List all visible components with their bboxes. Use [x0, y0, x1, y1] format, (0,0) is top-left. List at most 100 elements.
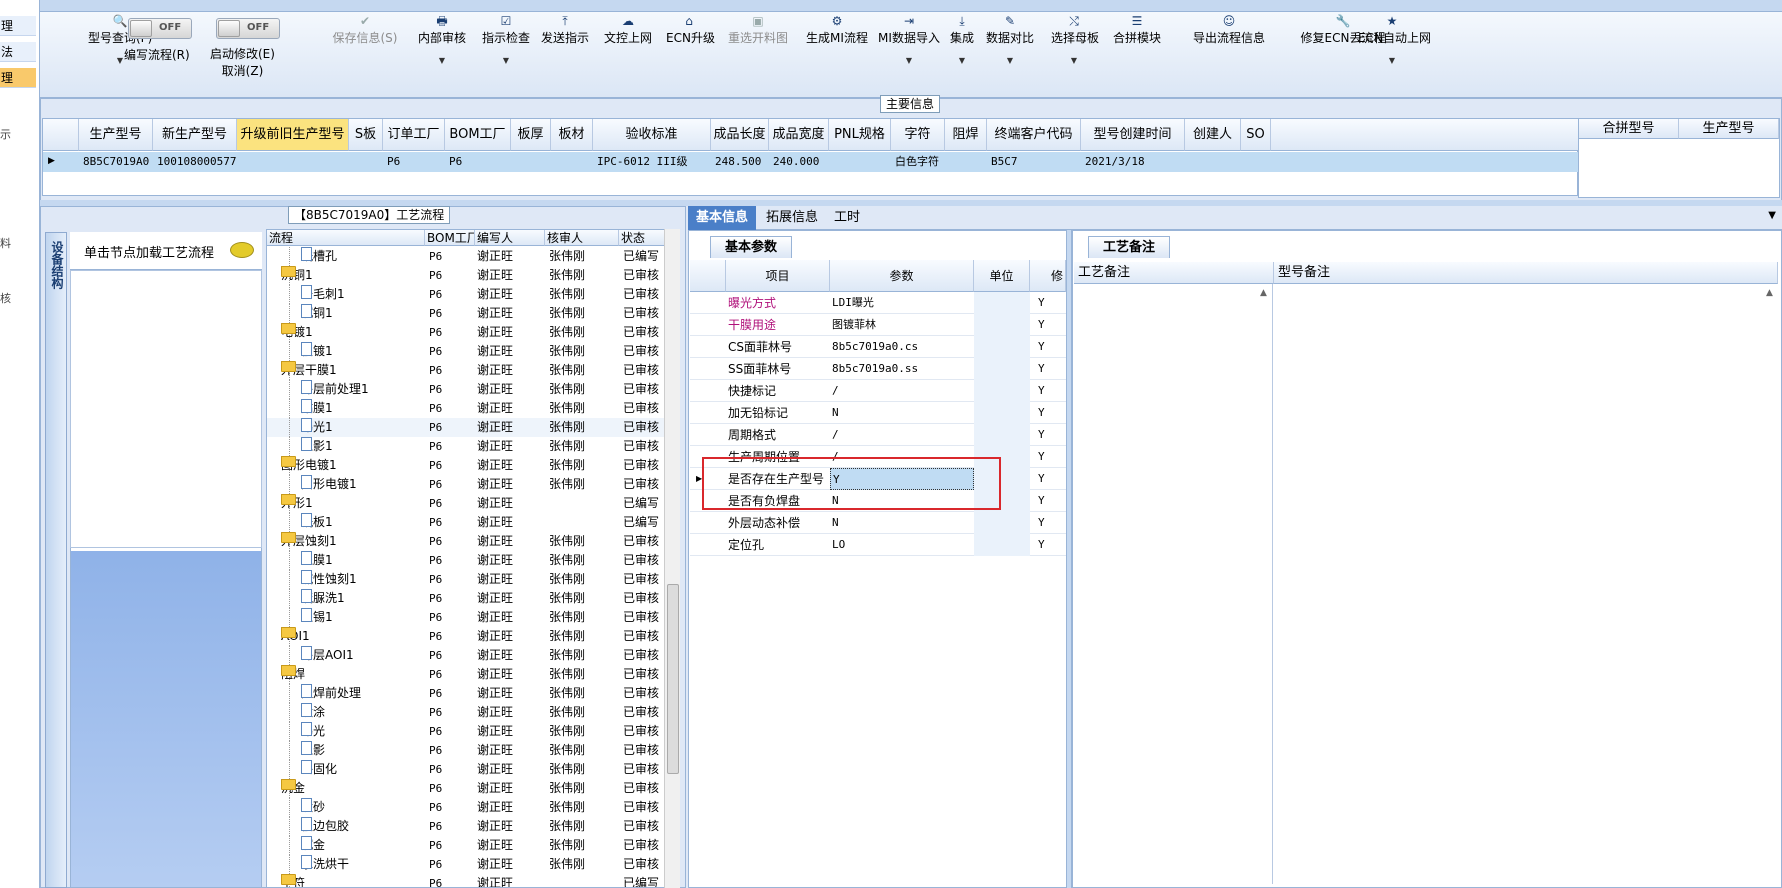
- remarks-tab[interactable]: 工艺备注: [1088, 236, 1171, 258]
- main-col-5[interactable]: BOM工厂: [445, 119, 511, 151]
- tree-row[interactable]: −AOI1 P6 谢正旺 张伟刚 已审核: [267, 627, 667, 646]
- side-tab[interactable]: 设备结构: [45, 232, 67, 888]
- param-value[interactable]: N: [830, 512, 974, 534]
- chevron-down-icon[interactable]: ▼: [876, 54, 942, 68]
- main-col-11[interactable]: PNL规格: [829, 119, 891, 151]
- main-col-17[interactable]: SO: [1241, 119, 1271, 151]
- main-col-12[interactable]: 字符: [891, 119, 945, 151]
- tree-row[interactable]: −外层干膜1 P6 谢正旺 张伟刚 已审核: [267, 361, 667, 380]
- toolbar-button-14[interactable]: ⤭ 选择母板 ▼: [1051, 14, 1099, 68]
- toolbar-button-12[interactable]: ⤓ 集成 ▼: [948, 14, 976, 68]
- toolbar-button-15[interactable]: ☰ 合拼模块: [1112, 14, 1162, 45]
- load-process-button[interactable]: 单击节点加载工艺流程: [70, 232, 262, 270]
- tree-col-1[interactable]: BOM工厂: [425, 230, 475, 246]
- main-col-9[interactable]: 成品长度: [711, 119, 769, 151]
- scroll-up-icon[interactable]: ▲: [1260, 288, 1267, 298]
- scrollbar-thumb[interactable]: [667, 584, 679, 774]
- tab-extended-info[interactable]: 拓展信息: [758, 206, 826, 230]
- main-col-1[interactable]: 新生产型号: [153, 119, 237, 151]
- param-value[interactable]: /: [830, 380, 974, 402]
- basic-params-tab[interactable]: 基本参数: [710, 236, 793, 258]
- main-col-7[interactable]: 板材: [551, 119, 593, 151]
- param-row[interactable]: 外层动态补偿 N Y: [690, 512, 1066, 534]
- tree-row[interactable]: 铣板1 P6 谢正旺 已编写: [267, 513, 667, 532]
- tree-row[interactable]: 外层AOI1 P6 谢正旺 张伟刚 已审核: [267, 646, 667, 665]
- basic-col-unit[interactable]: 单位: [974, 260, 1030, 292]
- tree-row[interactable]: −阻焊 P6 谢正旺 张伟刚 已审核: [267, 665, 667, 684]
- param-value[interactable]: LDI曝光: [830, 292, 974, 314]
- left-menu-item-1[interactable]: 理: [0, 16, 36, 36]
- main-col-8[interactable]: 验收标准: [593, 119, 711, 151]
- tree-row[interactable]: −沉金 P6 谢正旺 张伟刚 已审核: [267, 779, 667, 798]
- remarks-col-process[interactable]: 工艺备注: [1074, 262, 1274, 284]
- param-row[interactable]: 曝光方式 LDI曝光 Y: [690, 292, 1066, 314]
- tree-row[interactable]: 外层前处理1 P6 谢正旺 张伟刚 已审核: [267, 380, 667, 399]
- tab-basic-info[interactable]: 基本信息: [688, 206, 757, 230]
- basic-col-item[interactable]: 项目: [726, 260, 830, 292]
- toolbar-button-8[interactable]: ⌂ ECN升级: [666, 14, 715, 45]
- main-col-2[interactable]: 升级前旧生产型号: [237, 119, 349, 151]
- tree-row[interactable]: 曝光 P6 谢正旺 张伟刚 已审核: [267, 722, 667, 741]
- tree-row[interactable]: 显影 P6 谢正旺 张伟刚 已审核: [267, 741, 667, 760]
- tree-col-0[interactable]: 流程: [267, 230, 425, 246]
- toolbar-button-4[interactable]: 🖶 内部审核 ▼: [417, 14, 467, 68]
- main-col-15[interactable]: 型号创建时间: [1081, 119, 1185, 151]
- param-value[interactable]: N: [830, 402, 974, 424]
- tree-row[interactable]: 退膜1 P6 谢正旺 张伟刚 已审核: [267, 551, 667, 570]
- param-row[interactable]: 干膜用途 图镀菲林 Y: [690, 314, 1066, 336]
- main-col-10[interactable]: 成品宽度: [769, 119, 829, 151]
- basic-col-flag[interactable]: 修: [1030, 260, 1066, 292]
- main-col-6[interactable]: 板厚: [511, 119, 551, 151]
- tab-work-hours[interactable]: 工时: [826, 206, 868, 230]
- tree-row[interactable]: 退锡1 P6 谢正旺 张伟刚 已审核: [267, 608, 667, 627]
- tree-row[interactable]: 贴膜1 P6 谢正旺 张伟刚 已审核: [267, 399, 667, 418]
- tree-row[interactable]: 显影1 P6 谢正旺 张伟刚 已审核: [267, 437, 667, 456]
- tree-row[interactable]: 曝光1 P6 谢正旺 张伟刚 已审核: [267, 418, 667, 437]
- remarks-col-model[interactable]: 型号备注: [1274, 262, 1778, 284]
- toolbar-button-18[interactable]: ★ ECN自动上网 ▼: [1358, 14, 1431, 68]
- param-row[interactable]: 周期格式 / Y: [690, 424, 1066, 446]
- param-row[interactable]: 加无铅标记 N Y: [690, 402, 1066, 424]
- merge-col-1[interactable]: 合拼型号: [1579, 119, 1679, 139]
- chevron-down-icon[interactable]: ▼: [1358, 54, 1426, 68]
- tree-row[interactable]: 碱性蚀刻1 P6 谢正旺 张伟刚 已审核: [267, 570, 667, 589]
- main-col-14[interactable]: 终端客户代码: [987, 119, 1081, 151]
- tree-row[interactable]: 铣槽孔 P6 谢正旺 张伟刚 已编写: [267, 247, 667, 266]
- main-col-0[interactable]: 生产型号: [79, 119, 153, 151]
- main-col-4[interactable]: 订单工厂: [383, 119, 445, 151]
- tree-col-3[interactable]: 核审人: [545, 230, 619, 246]
- param-value[interactable]: 8b5c7019a0.ss: [830, 358, 974, 380]
- chevron-down-icon[interactable]: ▼: [984, 54, 1036, 68]
- chevron-down-icon[interactable]: ▼: [417, 54, 467, 68]
- param-row[interactable]: CS面菲林号 8b5c7019a0.cs Y: [690, 336, 1066, 358]
- tree-row[interactable]: 水洗烘干 P6 谢正旺 张伟刚 已审核: [267, 855, 667, 874]
- tree-row[interactable]: 阻焊前处理 P6 谢正旺 张伟刚 已审核: [267, 684, 667, 703]
- tree-col-4[interactable]: 状态: [619, 230, 667, 246]
- chevron-down-icon[interactable]: ▼: [948, 54, 976, 68]
- left-menu-item-2[interactable]: 法: [0, 42, 36, 62]
- tree-row[interactable]: −外层蚀刻1 P6 谢正旺 张伟刚 已审核: [267, 532, 667, 551]
- tree-row[interactable]: −外形1 P6 谢正旺 已编写: [267, 494, 667, 513]
- toolbar-button-11[interactable]: ⇥ MI数据导入 ▼: [876, 14, 942, 68]
- chevron-down-icon[interactable]: ▼: [481, 54, 531, 68]
- param-row[interactable]: 定位孔 LO Y: [690, 534, 1066, 556]
- tree-row[interactable]: 沉铜1 P6 谢正旺 张伟刚 已审核: [267, 304, 667, 323]
- tree-row[interactable]: 板镀1 P6 谢正旺 张伟刚 已审核: [267, 342, 667, 361]
- toolbar-button-16[interactable]: ☺ 导出流程信息: [1175, 14, 1283, 45]
- toolbar-button-13[interactable]: ✎ 数据对比 ▼: [984, 14, 1036, 68]
- param-value[interactable]: /: [830, 424, 974, 446]
- param-row[interactable]: SS面菲林号 8b5c7019a0.ss Y: [690, 358, 1066, 380]
- tree-row[interactable]: 喷砂 P6 谢正旺 张伟刚 已审核: [267, 798, 667, 817]
- tree-scrollbar[interactable]: [664, 229, 680, 888]
- scroll-up-icon-2[interactable]: ▲: [1766, 288, 1773, 298]
- tree-row[interactable]: 板边包胶 P6 谢正旺 张伟刚 已审核: [267, 817, 667, 836]
- merge-col-2[interactable]: 生产型号: [1679, 119, 1779, 139]
- toolbar-button-5[interactable]: ☑ 指示检查 ▼: [481, 14, 531, 68]
- tree-row[interactable]: 硫脲洗1 P6 谢正旺 张伟刚 已审核: [267, 589, 667, 608]
- start-edit-button[interactable]: 启动修改(E) 取消(Z): [210, 46, 275, 80]
- tree-row[interactable]: −图形电镀1 P6 谢正旺 张伟刚 已审核: [267, 456, 667, 475]
- tabs-dropdown-icon[interactable]: ▼: [1768, 210, 1776, 221]
- left-menu-item-3[interactable]: 理: [0, 68, 36, 88]
- tree-row[interactable]: −电镀1 P6 谢正旺 张伟刚 已审核: [267, 323, 667, 342]
- param-value[interactable]: LO: [830, 534, 974, 556]
